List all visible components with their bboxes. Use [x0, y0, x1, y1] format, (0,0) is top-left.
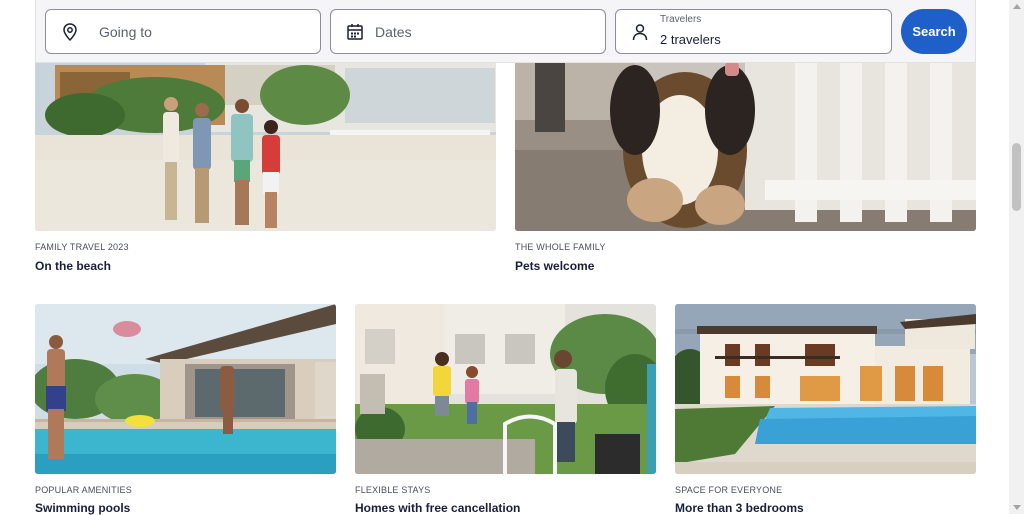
scroll-up-arrow-icon[interactable] [1013, 4, 1021, 9]
pool-family-photo[interactable] [35, 304, 336, 474]
card-kicker: SPACE FOR EVERYONE [675, 485, 783, 495]
card-kicker: FAMILY TRAVEL 2023 [35, 242, 129, 252]
search-bar: Going to Dates Travelers 2 travelers Sea… [35, 0, 976, 63]
backyard-family-photo[interactable] [355, 304, 656, 474]
card-title[interactable]: Swimming pools [35, 501, 130, 515]
search-button[interactable]: Search [901, 9, 967, 54]
scroll-thumb[interactable] [1012, 143, 1021, 211]
person-icon [630, 22, 650, 42]
map-pin-icon [60, 22, 80, 42]
villa-pool-photo[interactable] [675, 304, 976, 474]
card-kicker: THE WHOLE FAMILY [515, 242, 606, 252]
dates-field[interactable]: Dates [330, 9, 606, 54]
travelers-label: Travelers [660, 14, 702, 25]
card-title[interactable]: More than 3 bedrooms [675, 501, 804, 515]
card-title[interactable]: Homes with free cancellation [355, 501, 520, 515]
destination-placeholder: Going to [99, 24, 152, 40]
card-kicker: POPULAR AMENITIES [35, 485, 132, 495]
page-scrollbar[interactable] [1009, 0, 1024, 514]
dates-label: Dates [375, 24, 412, 40]
scroll-down-arrow-icon[interactable] [1013, 505, 1021, 510]
travelers-value: 2 travelers [660, 32, 721, 47]
card-title[interactable]: Pets welcome [515, 259, 594, 273]
card-kicker: FLEXIBLE STAYS [355, 485, 431, 495]
travelers-field[interactable]: Travelers 2 travelers [615, 9, 892, 54]
card-title[interactable]: On the beach [35, 259, 111, 273]
destination-field[interactable]: Going to [45, 9, 321, 54]
calendar-icon [345, 22, 365, 42]
